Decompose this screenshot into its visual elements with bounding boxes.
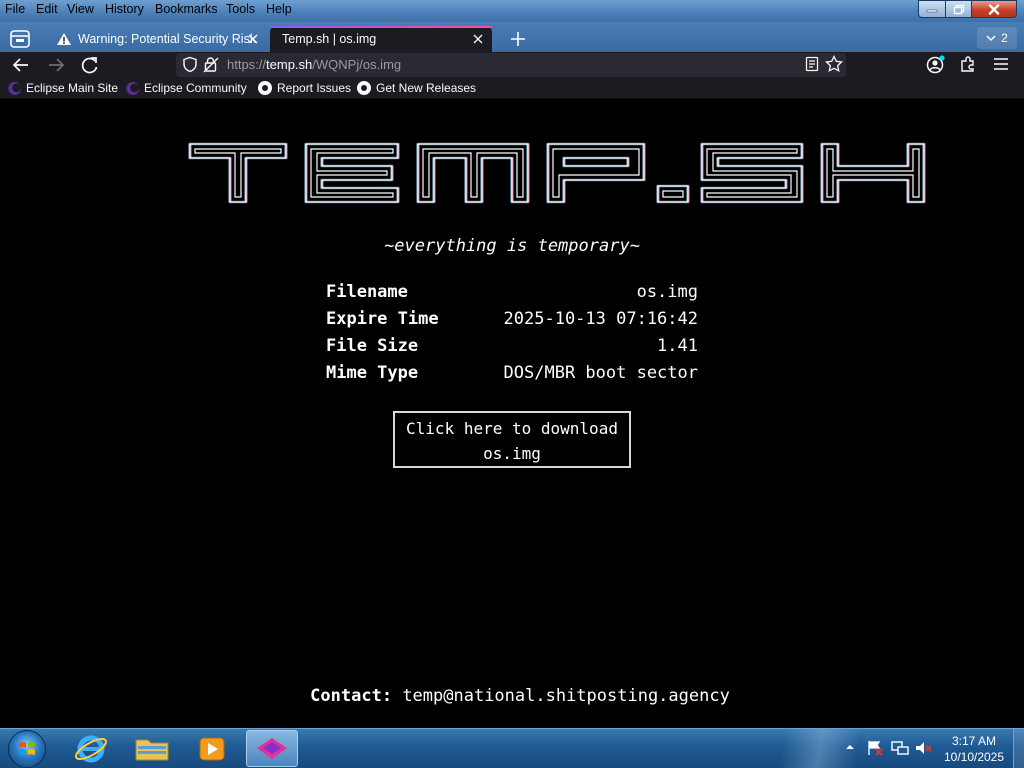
download-filename: os.img [483,444,541,463]
info-row-mime-type: Mime Type DOS/MBR boot sector [326,359,698,386]
tab-overview-button[interactable] [8,28,32,50]
bookmark-report-issues[interactable]: Report Issues [258,81,351,95]
info-row-expire-time: Expire Time 2025-10-13 07:16:42 [326,305,698,332]
menu-bookmarks[interactable]: Bookmarks [155,2,218,16]
back-arrow-icon [12,58,28,72]
menu-help[interactable]: Help [266,2,292,16]
plus-icon [511,32,525,46]
clock-date: 10/10/2025 [943,750,1005,764]
tagline: ~everything is temporary~ [384,236,640,256]
url-path: /WQNPj/os.img [312,57,402,72]
tab-count: 2 [1001,31,1008,45]
extensions-icon[interactable] [959,55,977,73]
close-icon [988,3,1000,15]
folder-icon [135,739,169,761]
bookmark-get-new-releases[interactable]: Get New Releases [357,81,476,95]
menu-file[interactable]: File [5,2,25,16]
show-desktop-button[interactable] [1013,729,1024,768]
bookmark-eclipse-main-site[interactable]: Eclipse Main Site [8,81,118,95]
eclipse-icon [8,81,21,95]
bookmark-label: Report Issues [277,81,352,95]
lock-warning-icon[interactable] [203,56,219,73]
file-info-table: Filename os.img Expire Time 2025-10-13 0… [326,278,698,386]
tracking-protection-icon[interactable] [182,56,198,73]
media-player-icon [199,737,225,761]
taskbar-media-player[interactable] [186,730,238,767]
reload-button[interactable] [79,55,101,75]
system-clock[interactable]: 3:17 AM 10/10/2025 [940,733,1008,765]
taskbar-file-explorer[interactable] [126,730,178,767]
taskbar-internet-explorer[interactable] [66,730,118,767]
info-row-file-size: File Size 1.41 [326,332,698,359]
menu-tools[interactable]: Tools [226,2,255,16]
bookmark-eclipse-community[interactable]: Eclipse Community [126,81,247,95]
info-value: 2025-10-13 07:16:42 [503,308,698,329]
restore-icon [953,4,964,14]
info-key: Mime Type [326,362,419,383]
download-label: Click here to download [406,419,618,438]
reader-view-icon[interactable] [804,56,820,72]
minimize-button[interactable] [918,0,946,18]
tab-security-warning[interactable]: Warning: Potential Security Risk [48,26,266,52]
forward-button[interactable] [45,55,67,75]
title-bar: File Edit View History Bookmarks Tools H… [0,0,1024,22]
github-icon [357,81,371,95]
menu-edit[interactable]: Edit [36,2,58,16]
minimize-icon [926,9,938,13]
network-icon[interactable] [890,739,910,757]
info-value: DOS/MBR boot sector [503,362,698,383]
back-button[interactable] [10,55,32,75]
tab-temp-sh[interactable]: Temp.sh | os.img [270,26,492,52]
bookmark-label: Eclipse Main Site [26,81,119,95]
bookmark-label: Eclipse Community [144,81,247,95]
info-value: os.img [636,281,698,302]
chevron-down-icon [986,34,996,41]
bookmark-star-icon[interactable] [825,55,843,73]
clock-time: 3:17 AM [951,734,997,748]
start-button[interactable] [8,730,46,768]
action-center-flag-icon[interactable] [866,739,884,757]
volume-muted-icon[interactable] [914,739,934,757]
tab-label: Temp.sh | os.img [282,32,377,46]
hamburger-menu-icon[interactable] [993,57,1009,71]
menu-history[interactable]: History [105,2,144,16]
eclipse-icon [126,81,139,95]
restore-button[interactable] [945,0,972,18]
reload-icon [81,57,98,74]
temp-sh-logo [188,143,926,203]
browser-app-icon [257,738,287,759]
show-hidden-icons-icon[interactable] [843,741,857,753]
contact-label: Contact: [310,686,393,706]
internet-explorer-icon [74,735,108,763]
url-scheme: https:// [227,57,267,72]
info-key: Filename [326,281,408,302]
url-text[interactable]: https://temp.sh/WQNPj/os.img [227,57,401,72]
url-domain: temp.sh [266,57,313,72]
firefox-view-icon [10,30,30,48]
tab-close-icon[interactable] [473,34,483,44]
menu-view[interactable]: View [67,2,94,16]
info-value: 1.41 [657,335,698,356]
bookmark-label: Get New Releases [376,81,477,95]
forward-arrow-icon [49,58,65,72]
tab-label: Warning: Potential Security Risk [78,32,257,46]
tab-close-icon[interactable] [248,34,258,44]
account-icon[interactable] [925,55,945,75]
info-key: File Size [326,335,419,356]
contact-line: Contact: temp@national.shitposting.agenc… [0,686,1024,706]
github-icon [258,81,272,95]
taskbar-browser[interactable] [246,730,298,767]
warning-icon [57,33,71,45]
close-window-button[interactable] [971,0,1017,18]
list-all-tabs-button[interactable]: 2 [977,27,1017,49]
info-row-filename: Filename os.img [326,278,698,305]
contact-email[interactable]: temp@national.shitposting.agency [402,686,730,706]
info-key: Expire Time [326,308,439,329]
windows-logo-icon [19,742,35,755]
download-button[interactable]: Click here to download os.img [393,411,631,468]
new-tab-button[interactable] [506,28,530,50]
